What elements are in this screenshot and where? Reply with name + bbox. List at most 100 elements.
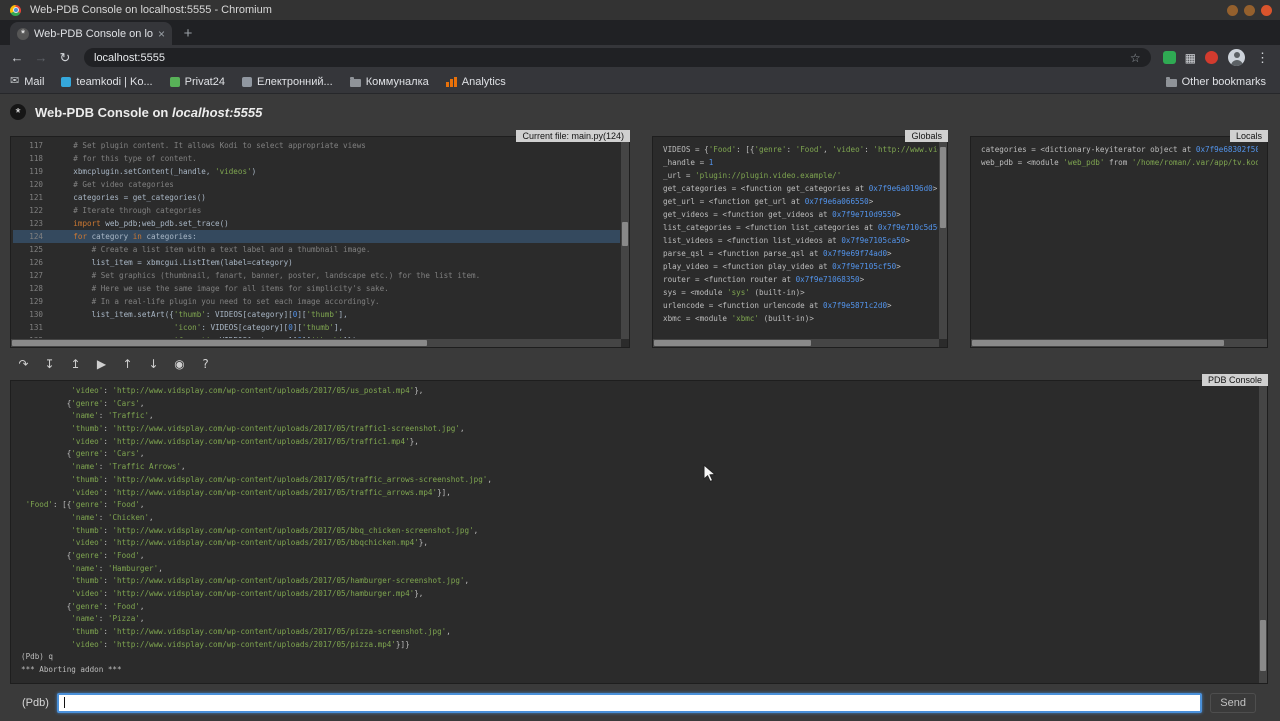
- console-line: 'thumb': 'http://www.vidsplay.com/wp-con…: [13, 525, 1258, 538]
- mail-icon: ✉: [10, 76, 19, 87]
- help-button[interactable]: ?: [198, 357, 213, 372]
- console-line: 'name': 'Traffic Arrows',: [13, 461, 1258, 474]
- tab-close-icon[interactable]: ×: [158, 27, 165, 41]
- console-line: 'video': 'http://www.vidsplay.com/wp-con…: [13, 487, 1258, 500]
- continue-button[interactable]: ▶: [94, 357, 109, 372]
- reload-icon[interactable]: ↻: [54, 50, 76, 66]
- code-text: list_item = xbmcgui.ListItem(label=categ…: [55, 256, 293, 269]
- globals-list: VIDEOS = {'Food': [{'genre': 'Food', 'vi…: [655, 139, 938, 338]
- code-line: 122 # Iterate through categories: [13, 204, 620, 217]
- next-button[interactable]: ↷: [16, 357, 31, 372]
- editor-horizontal-scrollbar[interactable]: [11, 339, 621, 347]
- profile-avatar[interactable]: [1228, 49, 1245, 66]
- bookmark-label: Privat24: [185, 76, 225, 88]
- code-line: 119 xbmcplugin.setContent(_handle, 'vide…: [13, 165, 620, 178]
- browser-tab[interactable]: * Web-PDB Console on loca ×: [10, 22, 172, 45]
- code-text: 'icon': VIDEOS[category][0]['thumb'],: [55, 321, 343, 334]
- step-button[interactable]: ↧: [42, 357, 57, 372]
- console-vertical-scrollbar[interactable]: [1259, 381, 1267, 683]
- bookmark-label: teamkodi | Ko...: [76, 76, 152, 88]
- editor-vertical-scrollbar[interactable]: [621, 137, 629, 339]
- console-line: 'name': 'Hamburger',: [13, 563, 1258, 576]
- variable-line: _handle = 1: [655, 156, 938, 169]
- code-text: import web_pdb;web_pdb.set_trace(): [55, 217, 229, 230]
- pdb-command-field[interactable]: [57, 693, 1202, 713]
- window-titlebar: Web-PDB Console on localhost:5555 - Chro…: [0, 0, 1280, 20]
- console-line: 'video': 'http://www.vidsplay.com/wp-con…: [13, 537, 1258, 550]
- line-number: 124: [13, 230, 55, 243]
- code-text: # Get video categories: [55, 178, 174, 191]
- bookmark-label: Коммуналка: [366, 76, 429, 88]
- console-line: 'thumb': 'http://www.vidsplay.com/wp-con…: [13, 474, 1258, 487]
- editor-code: 117 # Set plugin content. It allows Kodi…: [13, 139, 620, 338]
- globals-caption: Globals: [905, 130, 948, 142]
- code-line: 127 # Set graphics (thumbnail, fanart, b…: [13, 269, 620, 282]
- code-line: 131 'icon': VIDEOS[category][0]['thumb']…: [13, 321, 620, 334]
- locals-list: categories = <dictionary-keyiterator obj…: [973, 139, 1258, 338]
- console-line: 'thumb': 'http://www.vidsplay.com/wp-con…: [13, 423, 1258, 436]
- down-button[interactable]: ↓: [146, 357, 161, 372]
- browser-menu-icon[interactable]: ⋮: [1256, 50, 1269, 66]
- line-number: 121: [13, 191, 55, 204]
- forward-icon[interactable]: →: [30, 50, 52, 65]
- code-text: # Here we use the same image for all ite…: [55, 282, 389, 295]
- page-title: Web-PDB Console on localhost:5555: [35, 105, 262, 120]
- code-text: # Iterate through categories: [55, 204, 201, 217]
- page-title-host: localhost:5555: [172, 105, 262, 120]
- code-text: # In a real-life plugin you need to set …: [55, 295, 380, 308]
- web-pdb-page: * Web-PDB Console on localhost:5555 Curr…: [0, 94, 1280, 721]
- code-line: 121 categories = get_categories(): [13, 191, 620, 204]
- back-icon[interactable]: ←: [6, 50, 28, 65]
- console-line: *** Aborting addon ***: [13, 664, 1258, 677]
- line-number: 130: [13, 308, 55, 321]
- extension-green-icon[interactable]: [1163, 51, 1176, 64]
- pdb-command-input[interactable]: [59, 695, 1200, 711]
- tab-strip: * Web-PDB Console on loca × +: [0, 20, 1280, 45]
- send-button[interactable]: Send: [1210, 693, 1256, 713]
- window-minimize-button[interactable]: [1227, 5, 1238, 16]
- code-line: 118 # for this type of content.: [13, 152, 620, 165]
- address-bar[interactable]: localhost:5555 ☆: [84, 48, 1151, 67]
- window-close-button[interactable]: [1261, 5, 1272, 16]
- up-button[interactable]: ↑: [120, 357, 135, 372]
- return-button[interactable]: ↥: [68, 357, 83, 372]
- extension-red-icon[interactable]: [1205, 51, 1218, 64]
- code-line: 129 # In a real-life plugin you need to …: [13, 295, 620, 308]
- bookmark-star-icon[interactable]: ☆: [1130, 51, 1141, 65]
- globals-horizontal-scrollbar[interactable]: [653, 339, 939, 347]
- code-line: 128 # Here we use the same image for all…: [13, 282, 620, 295]
- variable-line: urlencode = <function urlencode at 0x7f9…: [655, 299, 938, 312]
- where-button[interactable]: ◉: [172, 357, 187, 372]
- globals-panel: Globals VIDEOS = {'Food': [{'genre': 'Fo…: [652, 136, 948, 348]
- new-tab-button[interactable]: +: [176, 22, 200, 45]
- code-text: list_item.setArt({'thumb': VIDEOS[catego…: [55, 308, 348, 321]
- variable-line: categories = <dictionary-keyiterator obj…: [973, 143, 1258, 156]
- code-text: # for this type of content.: [55, 152, 197, 165]
- bookmark-item[interactable]: Електронний...: [242, 76, 333, 88]
- line-number: 123: [13, 217, 55, 230]
- variable-line: list_categories = <function list_categor…: [655, 221, 938, 234]
- line-number: 126: [13, 256, 55, 269]
- other-bookmarks-button[interactable]: Other bookmarks: [1166, 76, 1266, 88]
- console-line: 'thumb': 'http://www.vidsplay.com/wp-con…: [13, 575, 1258, 588]
- extension-grid-icon[interactable]: ▦: [1185, 51, 1196, 65]
- bookmark-item[interactable]: Analytics: [446, 76, 506, 88]
- current-file-caption: Current file: main.py(124): [516, 130, 630, 142]
- bookmark-item[interactable]: ✉Mail: [10, 76, 44, 88]
- console-line: {'genre': 'Food',: [13, 601, 1258, 614]
- locals-horizontal-scrollbar[interactable]: [971, 339, 1267, 347]
- variable-line: xbmc = <module 'xbmc' (built-in)>: [655, 312, 938, 325]
- variable-line: get_categories = <function get_categorie…: [655, 182, 938, 195]
- line-number: 122: [13, 204, 55, 217]
- line-number: 129: [13, 295, 55, 308]
- globals-vertical-scrollbar[interactable]: [939, 137, 947, 339]
- pdb-prompt-label: (Pdb): [22, 697, 49, 709]
- code-line: 120 # Get video categories: [13, 178, 620, 191]
- console-line: {'genre': 'Cars',: [13, 398, 1258, 411]
- bookmark-item[interactable]: teamkodi | Ko...: [61, 76, 152, 88]
- window-maximize-button[interactable]: [1244, 5, 1255, 16]
- bookmark-item[interactable]: Коммуналка: [350, 76, 429, 88]
- bookmark-item[interactable]: Privat24: [170, 76, 225, 88]
- window-title: Web-PDB Console on localhost:5555 - Chro…: [30, 4, 1221, 16]
- prompt-row: (Pdb) Send: [10, 693, 1268, 713]
